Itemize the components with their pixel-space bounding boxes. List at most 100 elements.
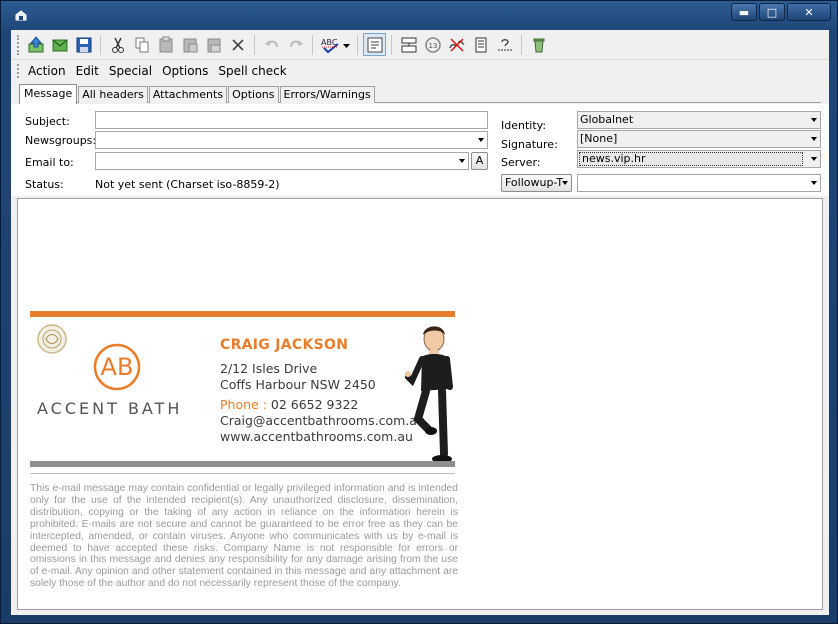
toolbar-separator	[100, 34, 101, 55]
format-icon	[401, 37, 416, 52]
menu-spell-check[interactable]: Spell check	[213, 62, 291, 80]
trash-icon	[533, 38, 544, 52]
followup-to-label: Followup-T	[505, 176, 564, 189]
window-controls: ▬ □ ✕	[731, 3, 831, 21]
cut-button[interactable]	[106, 33, 129, 56]
menu-special[interactable]: Special	[104, 62, 157, 80]
chevron-down-icon[interactable]	[811, 157, 817, 161]
emailto-combobox[interactable]	[95, 152, 469, 170]
spell-check-button[interactable]: ABC	[318, 33, 352, 56]
message-body-editor[interactable]: AB ACCENT BATH CRAIG JACKSON 2/12 Isles …	[17, 198, 823, 610]
chevron-down-icon[interactable]	[811, 181, 817, 185]
paste-button[interactable]	[154, 33, 177, 56]
word-wrap-icon	[367, 37, 382, 52]
badge-logo-icon	[37, 324, 67, 354]
paste-icon	[159, 36, 172, 52]
chevron-down-icon[interactable]	[811, 137, 817, 141]
cartoon-person-icon	[405, 326, 453, 463]
undo-button[interactable]	[260, 33, 283, 56]
redo-button[interactable]	[284, 33, 307, 56]
rot13-button[interactable]: 13	[421, 33, 444, 56]
send-later-button[interactable]	[48, 33, 71, 56]
maximize-button[interactable]: □	[759, 3, 785, 21]
menu-edit[interactable]: Edit	[71, 62, 104, 80]
brand-initials: AB	[101, 353, 134, 381]
email-signature-card: AB ACCENT BATH CRAIG JACKSON 2/12 Isles …	[30, 311, 455, 474]
followup-to-combobox[interactable]	[577, 174, 821, 192]
send-button[interactable]	[24, 33, 47, 56]
signature-top-bar	[30, 311, 455, 317]
signature-select[interactable]: [None]	[577, 130, 821, 148]
format-button[interactable]	[397, 33, 420, 56]
server-value: news.vip.hr	[579, 152, 803, 166]
delete-icon	[231, 38, 244, 51]
paste-quoted-icon	[183, 38, 197, 52]
rot13-icon: 13	[424, 36, 441, 53]
toolbar-grip[interactable]	[17, 34, 20, 55]
identity-select[interactable]: Globalnet	[577, 111, 821, 129]
accent-bath-logo-icon: AB	[93, 343, 141, 391]
phone-number: 02 6652 9322	[270, 397, 359, 412]
phone-line: Phone : 02 6652 9322	[220, 397, 358, 412]
chevron-down-icon[interactable]	[811, 118, 817, 122]
identity-value: Globalnet	[580, 113, 634, 126]
paste-special-button[interactable]	[202, 33, 225, 56]
newsgroups-combobox[interactable]	[95, 131, 488, 149]
menu-bar: Action Edit Special Options Spell check	[11, 61, 829, 81]
status-value: Not yet sent (Charset iso-8859-2)	[95, 178, 280, 191]
tab-all-headers[interactable]: All headers	[78, 86, 148, 103]
status-label: Status:	[25, 178, 64, 191]
subject-input[interactable]	[95, 111, 488, 129]
delete-button[interactable]	[226, 33, 249, 56]
tab-attachments[interactable]: Attachments	[148, 86, 228, 103]
chevron-down-icon	[562, 181, 568, 185]
toolbar-separator	[254, 34, 255, 55]
signature-divider	[30, 473, 455, 474]
trash-button[interactable]	[527, 33, 550, 56]
header-form: Subject: Newsgroups: Email to: A Status:…	[11, 104, 829, 196]
tab-options[interactable]: Options	[228, 86, 279, 103]
word-wrap-button[interactable]	[363, 33, 386, 56]
send-icon	[28, 35, 43, 52]
email-disclaimer: This e-mail message may contain confiden…	[30, 483, 458, 590]
email-address: Craig@accentbathrooms.com.au	[220, 413, 425, 428]
chevron-down-icon[interactable]	[478, 138, 484, 142]
no-signature-button[interactable]	[445, 33, 468, 56]
attach-button[interactable]	[469, 33, 492, 56]
insert-icon	[497, 38, 512, 50]
send-later-icon	[52, 39, 67, 51]
tab-strip: Message All headers Attachments Options …	[19, 83, 376, 104]
menu-action[interactable]: Action	[23, 62, 71, 80]
identity-label: Identity:	[501, 119, 547, 132]
paste-quoted-button[interactable]	[178, 33, 201, 56]
followup-to-button[interactable]: Followup-T	[501, 174, 572, 192]
tab-errors-warnings[interactable]: Errors/Warnings	[279, 86, 375, 103]
chevron-down-icon[interactable]	[459, 159, 465, 163]
client-area: ABC 13 Action Edit Special Options Spell…	[11, 30, 829, 615]
tab-message[interactable]: Message	[19, 84, 78, 104]
insert-button[interactable]	[493, 33, 516, 56]
address-book-button[interactable]: A	[471, 152, 488, 170]
menu-options[interactable]: Options	[157, 62, 213, 80]
svg-text:13: 13	[428, 42, 437, 50]
toolbar-separator	[391, 34, 392, 55]
server-select[interactable]: news.vip.hr	[577, 150, 821, 168]
undo-icon	[264, 39, 278, 47]
contact-name: CRAIG JACKSON	[220, 337, 349, 353]
toolbar: ABC 13	[11, 30, 829, 60]
copy-button[interactable]	[130, 33, 153, 56]
app-icon	[15, 10, 27, 21]
spell-check-dropdown-icon[interactable]	[342, 36, 350, 54]
close-button[interactable]: ✕	[787, 3, 831, 21]
close-icon: ✕	[804, 5, 814, 19]
brand-name: ACCENT BATH	[37, 399, 183, 418]
title-bar[interactable]: ▬ □ ✕	[1, 1, 837, 29]
attach-icon	[475, 37, 486, 52]
minimize-icon: ▬	[738, 5, 750, 19]
minimize-button[interactable]: ▬	[731, 3, 757, 21]
menu-grip[interactable]	[17, 64, 20, 78]
toolbar-separator	[312, 34, 313, 55]
spell-check-icon: ABC	[321, 38, 339, 53]
save-button[interactable]	[72, 33, 95, 56]
signature-value: [None]	[580, 132, 618, 145]
